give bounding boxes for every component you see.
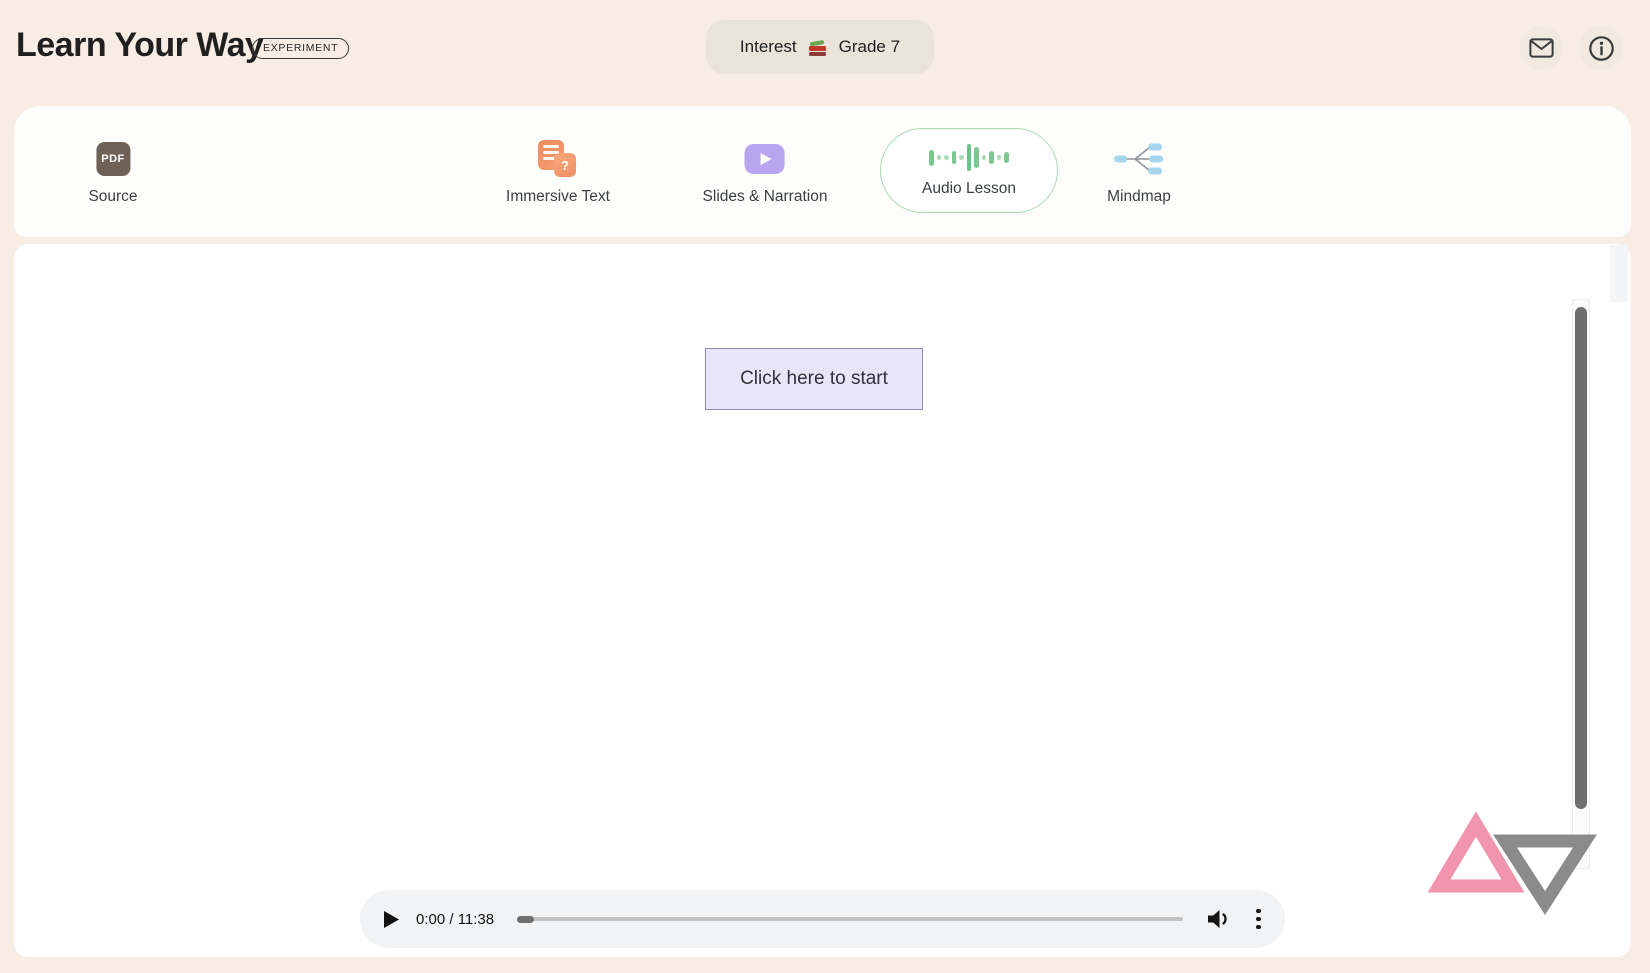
books-icon [807, 38, 829, 56]
tab-label: Slides & Narration [703, 188, 828, 206]
start-button[interactable]: Click here to start [705, 348, 923, 410]
context-pill[interactable]: Interest Grade 7 [706, 20, 934, 74]
slide-play-icon [745, 144, 785, 174]
time-display: 0:00 / 11:38 [416, 911, 504, 928]
app-title: Learn Your Way [16, 26, 263, 65]
play-icon [384, 911, 399, 928]
mail-icon [1529, 38, 1554, 58]
tab-label: Mindmap [1107, 188, 1171, 206]
tab-audio-lesson[interactable]: Audio Lesson [880, 128, 1058, 213]
tab-label: Audio Lesson [922, 180, 1016, 198]
ellipsis-icon [1256, 909, 1261, 914]
tab-immersive-text[interactable]: ? Immersive Text [506, 140, 610, 206]
volume-button[interactable] [1206, 908, 1232, 930]
pdf-file-icon: PDF [96, 142, 130, 176]
tab-label: Source [88, 188, 137, 206]
scrollbar-thumb[interactable] [1575, 307, 1587, 809]
info-button[interactable] [1579, 26, 1623, 70]
tab-source[interactable]: PDF Source [88, 140, 137, 206]
document-question-icon: ? [538, 140, 578, 178]
info-icon [1588, 35, 1615, 62]
speaker-icon [1206, 908, 1232, 930]
interest-label: Interest [740, 37, 797, 57]
audio-player: 0:00 / 11:38 [360, 890, 1285, 948]
audio-waveform-icon [929, 144, 1009, 172]
format-tabbar: PDF Source ? Immersive Text Slides & Nar… [14, 106, 1631, 237]
player-menu-button[interactable] [1252, 905, 1265, 934]
experiment-badge: EXPERIMENT [252, 38, 349, 59]
tab-slides-narration[interactable]: Slides & Narration [703, 140, 828, 206]
seek-bar[interactable] [517, 917, 1183, 921]
two-triangles-logo [1415, 810, 1605, 915]
grade-label: Grade 7 [839, 37, 900, 57]
tab-label: Immersive Text [506, 188, 610, 206]
mail-button[interactable] [1519, 26, 1563, 70]
mindmap-icon [1114, 139, 1164, 179]
tab-mindmap[interactable]: Mindmap [1107, 140, 1171, 206]
scroll-corner-strip [1610, 245, 1628, 302]
seek-handle[interactable] [517, 916, 534, 923]
play-button[interactable] [384, 911, 399, 928]
